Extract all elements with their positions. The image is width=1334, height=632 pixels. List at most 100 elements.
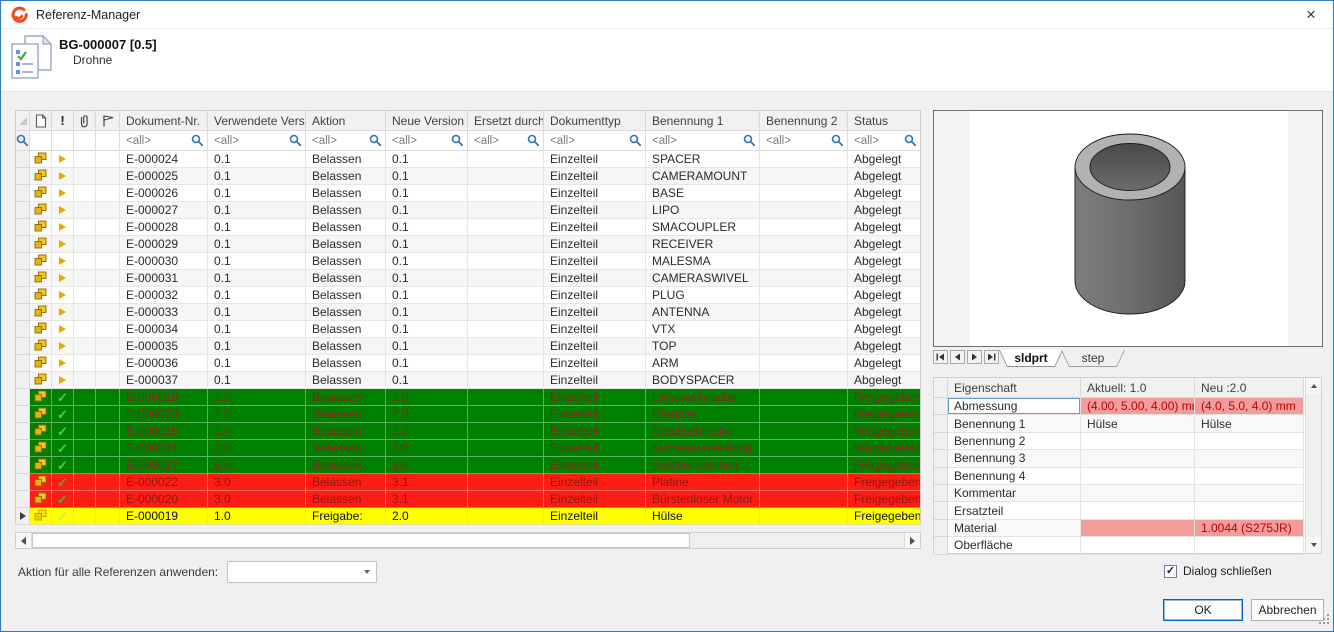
cell-neue-version[interactable]: 0.1 xyxy=(386,151,468,168)
cell-benennung-2[interactable] xyxy=(760,457,848,474)
titlebar[interactable]: Referenz-Manager × xyxy=(1,1,1333,29)
cell-verwendete-version[interactable]: 0.1 xyxy=(208,151,306,168)
property-row[interactable]: Benennung 1 Hülse Hülse xyxy=(934,415,1304,432)
cell-benennung-1[interactable]: ARM xyxy=(646,355,760,372)
row-indicator-cell[interactable] xyxy=(16,440,30,457)
new-version-column-header[interactable]: Neu :2.0 xyxy=(1195,378,1304,398)
cell-ersetzt-durch[interactable] xyxy=(468,474,544,491)
cell-document-type-icon[interactable] xyxy=(30,338,52,355)
cell-dokument-nr[interactable]: E-000016 xyxy=(120,423,208,440)
cell-status[interactable]: Abgelegt xyxy=(848,185,920,202)
cell-aktion[interactable]: Freigabe: xyxy=(306,508,386,525)
table-row[interactable]: ✓ E-000033 0.1 Belassen 0.1 Einzelteil A… xyxy=(16,304,920,321)
cell-aktion[interactable]: Belassen xyxy=(306,406,386,423)
cell-verwendete-version[interactable]: 2.0 xyxy=(208,440,306,457)
cell-benennung-1[interactable]: RECEIVER xyxy=(646,236,760,253)
cell-benennung-1[interactable]: CAMERAMOUNT xyxy=(646,168,760,185)
cell-verwendete-version[interactable]: 2.0 xyxy=(208,457,306,474)
cell-status[interactable]: Abgelegt xyxy=(848,168,920,185)
cell-attachment[interactable] xyxy=(74,440,96,457)
property-new-cell[interactable]: 1.0044 (S275JR) xyxy=(1195,520,1304,537)
tab-step[interactable]: step xyxy=(1061,350,1125,367)
table-row[interactable]: ✓ E-000031 0.1 Belassen 0.1 Einzelteil C… xyxy=(16,270,920,287)
horizontal-scrollbar-track[interactable] xyxy=(690,533,904,548)
cell-dokumenttyp[interactable]: Einzelteil xyxy=(544,457,646,474)
filter-cell-empty[interactable] xyxy=(52,131,74,151)
cell-document-type-icon[interactable] xyxy=(30,321,52,338)
cell-document-type-icon[interactable] xyxy=(30,253,52,270)
cell-verwendete-version[interactable]: 0.1 xyxy=(208,168,306,185)
cell-status[interactable]: Freigegeben xyxy=(848,474,920,491)
cell-benennung-2[interactable] xyxy=(760,304,848,321)
cell-attachment[interactable] xyxy=(74,491,96,508)
cell-ersetzt-durch[interactable] xyxy=(468,304,544,321)
cell-attachment[interactable] xyxy=(74,304,96,321)
cell-status[interactable]: Freigegeben xyxy=(848,423,920,440)
cell-ersetzt-durch[interactable] xyxy=(468,202,544,219)
property-name-cell[interactable]: Abmessung xyxy=(948,398,1081,415)
cell-neue-version[interactable]: 0.1 xyxy=(386,355,468,372)
cell-flag[interactable] xyxy=(96,168,120,185)
cell-dokumenttyp[interactable]: Einzelteil xyxy=(544,287,646,304)
column-header-dokumenttyp[interactable]: Dokumenttyp xyxy=(544,111,646,131)
cell-verwendete-version[interactable]: 0.1 xyxy=(208,321,306,338)
table-row[interactable]: ✓ E-000027 0.1 Belassen 0.1 Einzelteil L… xyxy=(16,202,920,219)
cell-dokumenttyp[interactable]: Einzelteil xyxy=(544,236,646,253)
property-row[interactable]: Kommentar xyxy=(934,485,1304,502)
cell-benennung-2[interactable] xyxy=(760,474,848,491)
cell-verwendete-version[interactable]: 0.1 xyxy=(208,236,306,253)
cell-neue-version[interactable]: 1.0 xyxy=(386,389,468,406)
cell-aktion[interactable]: Belassen xyxy=(306,423,386,440)
cell-document-type-icon[interactable] xyxy=(30,372,52,389)
cell-benennung-2[interactable] xyxy=(760,270,848,287)
cell-dokumenttyp[interactable]: Einzelteil xyxy=(544,202,646,219)
cell-attachment[interactable] xyxy=(74,406,96,423)
cell-status[interactable]: Abgelegt xyxy=(848,304,920,321)
property-row[interactable]: Benennung 4 xyxy=(934,468,1304,485)
cell-flag[interactable] xyxy=(96,236,120,253)
cell-attachment[interactable] xyxy=(74,202,96,219)
cell-benennung-2[interactable] xyxy=(760,253,848,270)
cell-dokument-nr[interactable]: E-000032 xyxy=(120,287,208,304)
close-dialog-checkbox[interactable]: ✓ Dialog schließen xyxy=(1164,564,1272,578)
property-current-cell[interactable] xyxy=(1081,520,1195,537)
cell-neue-version[interactable]: 2.0 xyxy=(386,457,468,474)
property-row[interactable]: Benennung 3 xyxy=(934,450,1304,467)
cell-state-icon[interactable]: ✓ xyxy=(52,474,74,491)
ok-button[interactable]: OK xyxy=(1163,599,1243,621)
table-row[interactable]: ✓ E-000029 0.1 Belassen 0.1 Einzelteil R… xyxy=(16,236,920,253)
column-header-status[interactable]: Status xyxy=(848,111,920,131)
row-indicator-cell[interactable] xyxy=(16,508,30,525)
table-row[interactable]: ✓ E-000016 1.0 Belassen 1.0 Einzelteil D… xyxy=(16,423,920,440)
table-row[interactable]: ✓ E-000019 1.0 Freigabe: 2.0 Einzelteil … xyxy=(16,508,920,525)
cell-aktion[interactable]: Belassen xyxy=(306,219,386,236)
row-indicator-cell[interactable] xyxy=(16,491,30,508)
cell-attachment[interactable] xyxy=(74,389,96,406)
property-new-cell[interactable]: (4.0, 5.0, 4.0) mm xyxy=(1195,398,1304,415)
cell-status[interactable]: Abgelegt xyxy=(848,151,920,168)
property-new-cell[interactable]: Hülse xyxy=(1195,415,1304,432)
property-new-cell[interactable] xyxy=(1195,537,1304,554)
cell-state-icon[interactable]: ✓ xyxy=(52,185,74,202)
cell-dokumenttyp[interactable]: Einzelteil xyxy=(544,474,646,491)
row-indicator-cell[interactable] xyxy=(16,372,30,389)
cell-ersetzt-durch[interactable] xyxy=(468,457,544,474)
cell-benennung-1[interactable]: VTX xyxy=(646,321,760,338)
row-indicator-cell[interactable] xyxy=(16,151,30,168)
property-current-cell[interactable] xyxy=(1081,537,1195,554)
cell-benennung-2[interactable] xyxy=(760,185,848,202)
cell-state-icon[interactable]: ✓ xyxy=(52,389,74,406)
cell-document-type-icon[interactable] xyxy=(30,491,52,508)
cell-flag[interactable] xyxy=(96,321,120,338)
cell-status[interactable]: Abgelegt xyxy=(848,253,920,270)
cell-flag[interactable] xyxy=(96,151,120,168)
cell-aktion[interactable]: Belassen xyxy=(306,457,386,474)
cell-benennung-1[interactable]: LIPO xyxy=(646,202,760,219)
cell-verwendete-version[interactable]: 1.0 xyxy=(208,406,306,423)
cell-verwendete-version[interactable]: 1.0 xyxy=(208,423,306,440)
cell-ersetzt-durch[interactable] xyxy=(468,508,544,525)
table-row[interactable]: ✓ E-000035 0.1 Belassen 0.1 Einzelteil T… xyxy=(16,338,920,355)
current-version-column-header[interactable]: Aktuell: 1.0 xyxy=(1081,378,1195,398)
cell-aktion[interactable]: Belassen xyxy=(306,270,386,287)
cell-ersetzt-durch[interactable] xyxy=(468,168,544,185)
